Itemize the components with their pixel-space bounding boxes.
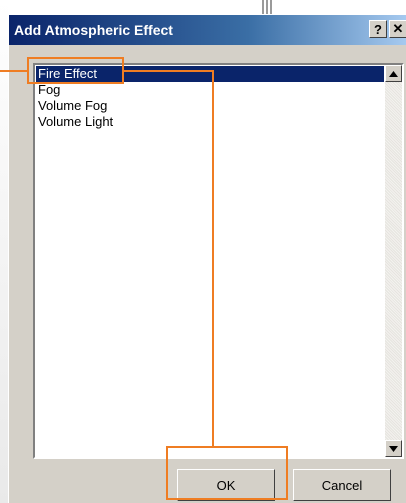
background-splitter — [262, 0, 274, 14]
dialog-title: Add Atmospheric Effect — [14, 22, 173, 38]
list-item-fog[interactable]: Fog — [36, 82, 384, 98]
ok-button[interactable]: OK — [177, 469, 275, 501]
list-item-fire-effect[interactable]: Fire Effect — [36, 66, 384, 82]
titlebar-buttons: ? ✕ — [369, 20, 406, 38]
background-window-top — [14, 0, 406, 14]
arrow-down-icon — [389, 445, 398, 452]
cancel-button[interactable]: Cancel — [293, 469, 391, 501]
scroll-down-button[interactable] — [385, 440, 402, 457]
background-window-edge — [0, 0, 8, 503]
vertical-scrollbar[interactable] — [385, 65, 402, 457]
help-button[interactable]: ? — [369, 20, 387, 38]
close-icon: ✕ — [392, 21, 404, 36]
list-item-volume-light[interactable]: Volume Light — [36, 114, 384, 130]
close-button[interactable]: ✕ — [389, 20, 406, 38]
list-item-volume-fog[interactable]: Volume Fog — [36, 98, 384, 114]
arrow-up-icon — [389, 70, 398, 77]
add-atmospheric-effect-dialog: Add Atmospheric Effect ? ✕ Fire Effect F… — [8, 14, 406, 503]
dialog-titlebar[interactable]: Add Atmospheric Effect ? ✕ — [9, 15, 406, 45]
effects-list: Fire Effect Fog Volume Fog Volume Light — [36, 66, 384, 130]
effects-listbox[interactable]: Fire Effect Fog Volume Fog Volume Light — [33, 63, 404, 459]
scroll-up-button[interactable] — [385, 65, 402, 82]
